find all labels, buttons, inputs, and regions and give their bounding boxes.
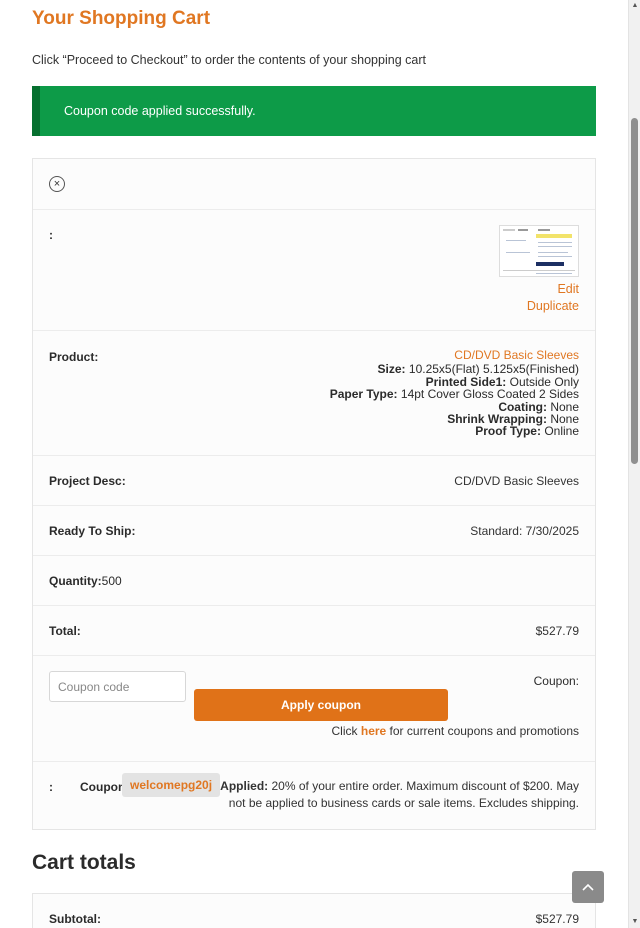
product-name-link[interactable]: CD/DVD Basic Sleeves xyxy=(330,349,579,362)
coupon-help-text: Click here for current coupons and promo… xyxy=(331,724,579,738)
ready-to-ship-label: Ready To Ship: xyxy=(49,524,136,538)
ready-to-ship-value: Standard: 7/30/2025 xyxy=(470,524,579,538)
subtotal-label: Subtotal: xyxy=(49,912,101,926)
total-row: Total: $527.79 xyxy=(33,606,595,656)
spec-proof-type: Proof Type: Online xyxy=(475,424,579,439)
scroll-to-top-button[interactable] xyxy=(572,871,604,903)
total-value: $527.79 xyxy=(535,624,579,638)
intro-text: Click “Proceed to Checkout” to order the… xyxy=(32,53,426,67)
success-message: Coupon code applied successfully. xyxy=(64,104,256,118)
product-thumbnail[interactable] xyxy=(499,225,579,277)
cart-table: × : Edit Duplicate Product: CD/DVD Basic… xyxy=(32,158,596,830)
edit-link[interactable]: Edit xyxy=(557,282,579,296)
scroll-up-arrow-icon[interactable]: ▲ xyxy=(631,2,639,10)
coupons-here-link[interactable]: here xyxy=(361,724,386,738)
total-label: Total: xyxy=(49,624,81,638)
vertical-scrollbar[interactable]: ▲ ▼ xyxy=(628,0,640,928)
remove-row: × xyxy=(33,159,595,210)
cart-totals-table: Subtotal: $527.79 xyxy=(32,893,596,928)
ready-to-ship-row: Ready To Ship: Standard: 7/30/2025 xyxy=(33,506,595,556)
subtotal-value: $527.79 xyxy=(535,912,579,926)
applied-coupon-label: Coupon xyxy=(80,780,126,794)
cart-totals-title: Cart totals xyxy=(32,851,136,874)
thumbnail-label: : xyxy=(49,228,53,242)
product-row: Product: CD/DVD Basic Sleeves Size: 10.2… xyxy=(33,331,595,456)
success-notice: Coupon code applied successfully. xyxy=(32,86,596,136)
applied-coupon-colon: : xyxy=(49,780,53,794)
product-details: CD/DVD Basic Sleeves Size: 10.25x5(Flat)… xyxy=(330,349,579,438)
apply-coupon-button[interactable]: Apply coupon xyxy=(194,689,448,721)
duplicate-link[interactable]: Duplicate xyxy=(527,299,579,313)
remove-item-icon[interactable]: × xyxy=(49,176,65,192)
coupon-code-badge[interactable]: welcomepg20j xyxy=(122,773,221,797)
scroll-down-arrow-icon[interactable]: ▼ xyxy=(631,918,639,926)
coupon-code-input[interactable] xyxy=(49,671,186,702)
page-title: Your Shopping Cart xyxy=(32,8,211,29)
scrollbar-thumb[interactable] xyxy=(631,118,638,464)
project-desc-row: Project Desc: CD/DVD Basic Sleeves xyxy=(33,456,595,506)
quantity-value: 500 xyxy=(101,574,122,588)
chevron-up-icon xyxy=(582,883,594,891)
project-desc-label: Project Desc: xyxy=(49,474,126,488)
quantity-label: Quantity:500 xyxy=(49,574,122,588)
quantity-row: Quantity:500 xyxy=(33,556,595,606)
coupon-row: Coupon: Apply coupon Click here for curr… xyxy=(33,656,595,762)
applied-coupon-row: : Coupon welcomepg20j Applied: 20% of yo… xyxy=(33,762,595,829)
cart-page: Your Shopping Cart Click “Proceed to Che… xyxy=(0,0,640,928)
thumbnail-row: : Edit Duplicate xyxy=(33,210,595,331)
product-label: Product: xyxy=(49,350,99,364)
project-desc-value: CD/DVD Basic Sleeves xyxy=(454,474,579,488)
coupon-label: Coupon: xyxy=(533,674,579,688)
cart-content: Your Shopping Cart Click “Proceed to Che… xyxy=(32,0,596,928)
applied-coupon-description: Applied: 20% of your entire order. Maxim… xyxy=(220,779,579,810)
